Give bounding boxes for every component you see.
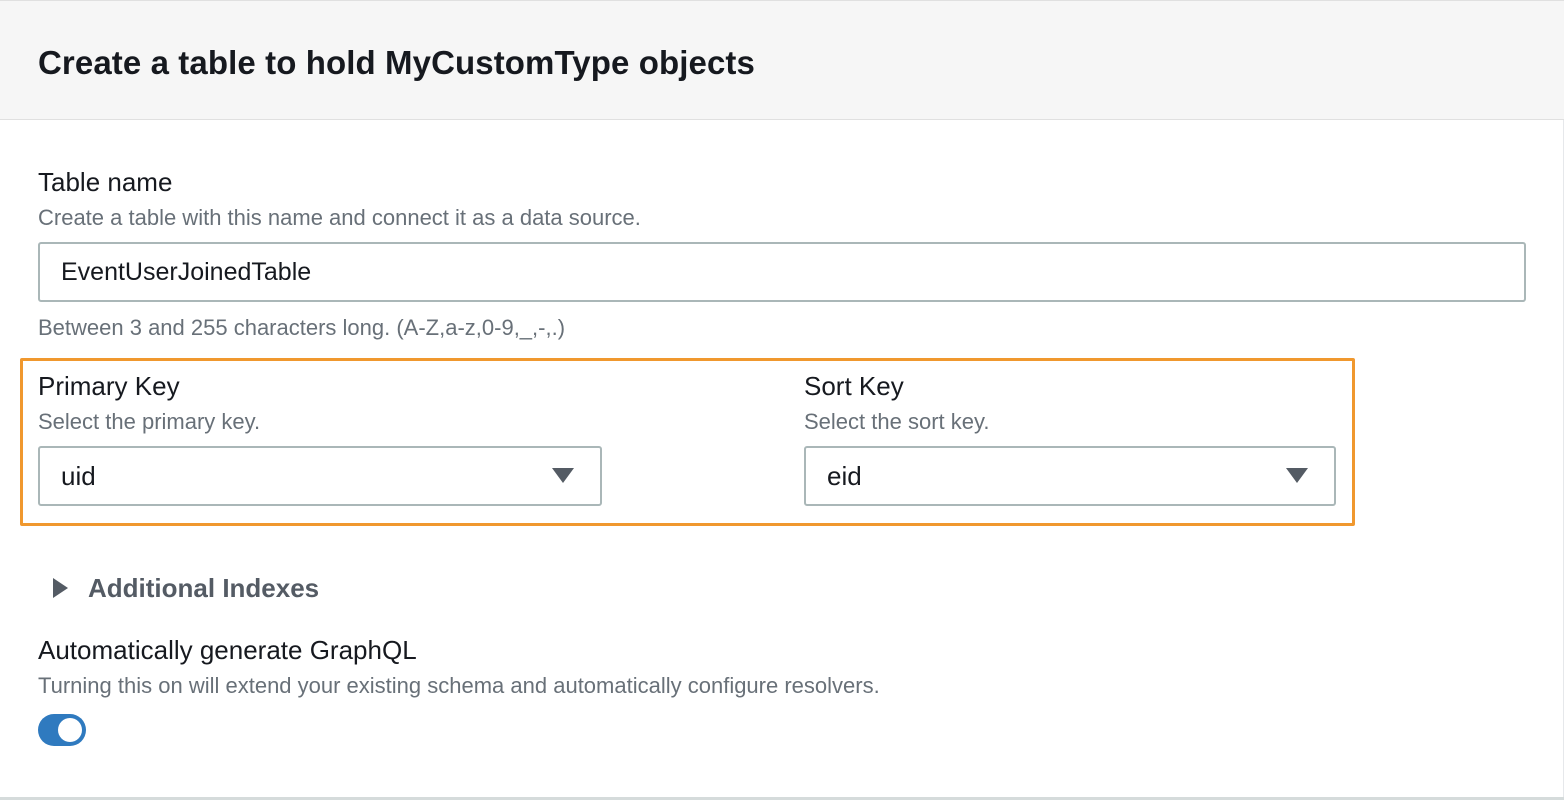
sort-key-description: Select the sort key. bbox=[804, 409, 990, 434]
sort-key-select[interactable]: eid bbox=[804, 446, 1336, 506]
toggle-knob bbox=[58, 718, 82, 742]
table-name-input[interactable] bbox=[38, 242, 1526, 302]
create-table-panel: Create a table to hold MyCustomType obje… bbox=[0, 0, 1564, 800]
panel-title: Create a table to hold MyCustomType obje… bbox=[38, 44, 755, 81]
table-name-label: Table name bbox=[38, 167, 173, 197]
primary-key-selected-value: uid bbox=[61, 461, 96, 491]
sort-key-selected-value: eid bbox=[827, 461, 862, 491]
caret-down-icon bbox=[1286, 468, 1308, 483]
graphql-label: Automatically generate GraphQL bbox=[38, 635, 417, 665]
graphql-description: Turning this on will extend your existin… bbox=[38, 673, 880, 698]
graphql-toggle[interactable] bbox=[38, 714, 86, 746]
panel-header: Create a table to hold MyCustomType obje… bbox=[0, 0, 1564, 120]
primary-key-select[interactable]: uid bbox=[38, 446, 602, 506]
caret-right-icon bbox=[53, 578, 68, 598]
additional-indexes-label: Additional Indexes bbox=[88, 573, 320, 603]
table-name-constraint: Between 3 and 255 characters long. (A-Z,… bbox=[38, 315, 566, 340]
primary-key-label: Primary Key bbox=[38, 371, 180, 401]
sort-key-label: Sort Key bbox=[804, 371, 904, 401]
table-name-description: Create a table with this name and connec… bbox=[38, 205, 641, 230]
primary-key-description: Select the primary key. bbox=[38, 409, 261, 434]
caret-down-icon bbox=[552, 468, 574, 483]
